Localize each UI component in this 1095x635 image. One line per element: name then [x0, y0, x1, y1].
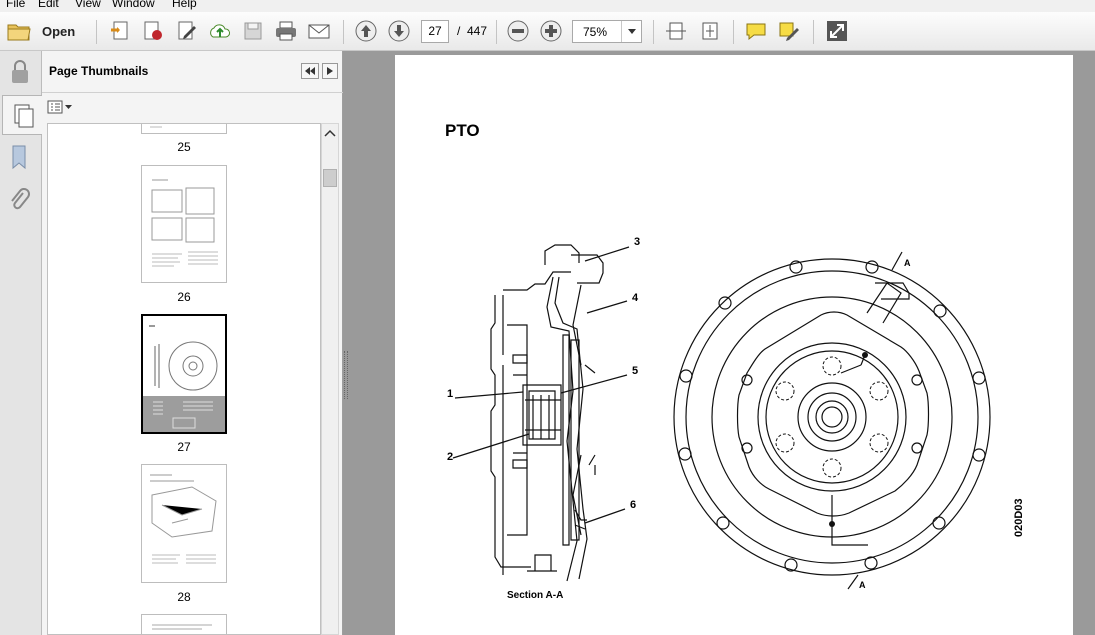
callout-3: 3	[634, 236, 641, 248]
toolbar-separator	[343, 20, 344, 44]
save-icon	[244, 22, 262, 40]
toolbar-separator	[96, 20, 97, 44]
cloud-upload-button[interactable]	[208, 19, 232, 43]
chevron-right-icon	[327, 67, 333, 75]
pages-icon	[14, 104, 34, 128]
page-number-input[interactable]: 27	[421, 20, 449, 43]
export-pdf-button[interactable]	[141, 19, 165, 43]
folder-icon	[7, 24, 31, 41]
page-count: 447	[467, 24, 488, 38]
toolbar-separator	[733, 20, 734, 44]
expand-arrows-icon	[827, 21, 847, 41]
thumbnail-page[interactable]	[141, 464, 227, 583]
cloud-upload-icon	[210, 24, 230, 38]
thumbnail-page-number: 25	[177, 140, 191, 154]
panel-title: Page Thumbnails	[49, 64, 149, 78]
arrow-down-circle-icon	[388, 20, 410, 42]
callout-6: 6	[630, 499, 637, 511]
document-viewer[interactable]: PTO 3 4 5 1 2 6 Section A-A A A 020D03	[343, 51, 1095, 635]
comment-button[interactable]	[744, 19, 768, 43]
thumbnails-scrollbar[interactable]	[321, 123, 339, 635]
expand-panel-button[interactable]	[322, 63, 338, 79]
expand-button[interactable]	[825, 19, 849, 43]
callout-5: 5	[632, 365, 639, 377]
bookmark-icon	[12, 145, 26, 170]
open-button[interactable]: Open	[6, 18, 82, 44]
page-thumbnails-tab[interactable]	[2, 95, 42, 135]
chevron-down-icon[interactable]	[621, 21, 641, 42]
menu-view[interactable]: View	[75, 0, 101, 10]
highlighter-icon	[779, 22, 799, 41]
lock-icon[interactable]	[7, 57, 33, 87]
create-pdf-button[interactable]	[108, 19, 132, 43]
speech-bubble-icon	[746, 23, 766, 41]
envelope-icon	[308, 24, 330, 39]
drawing-code: 020D03	[1013, 498, 1025, 537]
arrow-up-circle-icon	[355, 20, 377, 42]
email-button[interactable]	[307, 19, 331, 43]
chevron-up-icon[interactable]	[322, 126, 338, 140]
previous-page-button[interactable]	[354, 19, 378, 43]
menu-bar: File Edit View Window Help	[0, 0, 1095, 12]
panel-header: Page Thumbnails	[42, 51, 343, 93]
printer-icon	[276, 21, 296, 41]
pdf-page: PTO 3 4 5 1 2 6 Section A-A A A 020D03	[395, 55, 1073, 635]
zoom-value: 75%	[583, 25, 608, 39]
panel-splitter[interactable]	[344, 351, 348, 399]
fit-page-button[interactable]	[698, 19, 722, 43]
options-list-icon	[47, 100, 72, 114]
plus-circle-icon	[540, 20, 562, 42]
menu-edit[interactable]: Edit	[38, 0, 59, 10]
print-button[interactable]	[274, 19, 298, 43]
next-page-button[interactable]	[387, 19, 411, 43]
open-label: Open	[42, 23, 76, 39]
thumbnail-page-number: 28	[177, 590, 191, 604]
create-pdf-icon	[111, 21, 128, 40]
section-marker-top: A	[904, 258, 911, 268]
thumbnail-page-number: 27	[177, 440, 191, 454]
collapse-panel-button[interactable]	[301, 63, 319, 79]
main-toolbar: Open 27 / 447 75%	[0, 12, 1095, 51]
thumbnail-page-number: 26	[177, 290, 191, 304]
pencil-page-icon	[178, 21, 196, 40]
highlight-button[interactable]	[777, 19, 801, 43]
callout-1: 1	[447, 388, 454, 400]
export-pdf-icon	[144, 21, 162, 40]
paperclip-icon	[11, 188, 30, 210]
pto-technical-drawing	[452, 244, 991, 590]
menu-help[interactable]: Help	[172, 0, 197, 10]
fit-width-icon	[666, 22, 686, 40]
zoom-in-button[interactable]	[539, 19, 563, 43]
fit-width-button[interactable]	[664, 19, 688, 43]
save-button[interactable]	[241, 19, 265, 43]
callout-4: 4	[632, 292, 639, 304]
thumbnails-panel: Page Thumbnails 25 26 27 28	[42, 51, 343, 635]
double-chevron-left-icon	[305, 67, 315, 75]
edit-pdf-button[interactable]	[175, 19, 199, 43]
zoom-out-button[interactable]	[506, 19, 530, 43]
callout-2: 2	[447, 451, 454, 463]
minus-circle-icon	[507, 20, 529, 42]
scrollbar-thumb[interactable]	[323, 169, 337, 187]
fit-page-icon	[702, 22, 718, 40]
menu-window[interactable]: Window	[112, 0, 155, 10]
thumbnail-page[interactable]	[141, 165, 227, 283]
navigation-rail	[0, 51, 42, 635]
thumbnails-list[interactable]: 25 26 27 28	[47, 123, 321, 635]
page-separator: /	[457, 24, 461, 38]
toolbar-separator	[653, 20, 654, 44]
thumbnail-page[interactable]	[141, 124, 227, 134]
thumbnail-options-button[interactable]	[47, 98, 75, 116]
thumbnail-page-selected[interactable]	[141, 314, 227, 434]
toolbar-separator	[496, 20, 497, 44]
attachments-tab[interactable]	[8, 187, 32, 215]
zoom-select[interactable]: 75%	[572, 20, 642, 43]
section-label: Section A-A	[507, 590, 564, 601]
toolbar-separator	[813, 20, 814, 44]
bookmarks-tab[interactable]	[8, 144, 32, 172]
thumbnail-page[interactable]	[141, 614, 227, 634]
menu-file[interactable]: File	[6, 0, 25, 10]
section-marker-bottom: A	[859, 580, 866, 590]
